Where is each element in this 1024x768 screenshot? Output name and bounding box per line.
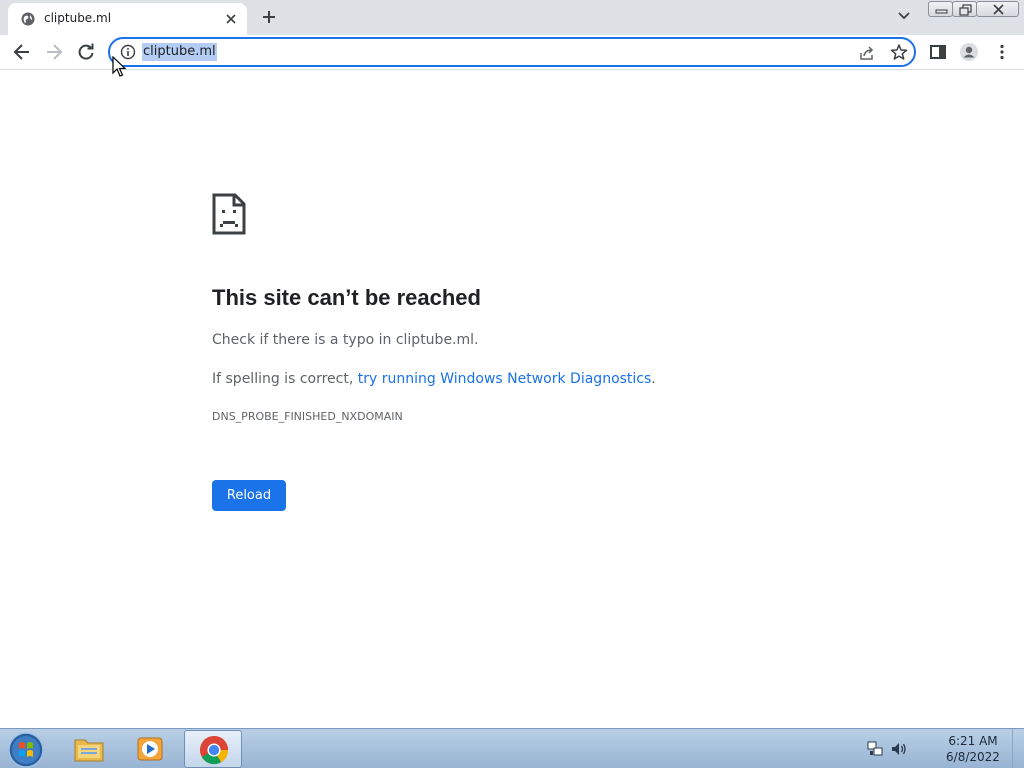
start-button-icon[interactable] bbox=[6, 731, 46, 768]
profile-icon[interactable] bbox=[959, 42, 979, 62]
taskbar-media-player[interactable] bbox=[122, 730, 180, 768]
diagnostics-prefix-text: If spelling is correct, bbox=[212, 371, 358, 387]
browser-toolbar: cliptube.ml bbox=[0, 35, 1024, 70]
minimize-button[interactable] bbox=[928, 1, 953, 17]
restore-icon bbox=[959, 4, 972, 16]
taskbar-file-explorer[interactable] bbox=[60, 730, 118, 768]
back-arrow-icon[interactable] bbox=[12, 42, 32, 62]
network-diagnostics-link[interactable]: try running Windows Network Diagnostics bbox=[358, 371, 652, 387]
chevron-down-icon[interactable] bbox=[897, 11, 911, 21]
network-icon[interactable] bbox=[866, 740, 884, 758]
forward-arrow-icon[interactable] bbox=[44, 42, 64, 62]
minimize-icon bbox=[935, 9, 948, 14]
url-text[interactable]: cliptube.ml bbox=[142, 43, 217, 61]
system-clock[interactable]: 6:21 AM 6/8/2022 bbox=[940, 733, 1006, 765]
globe-icon bbox=[21, 12, 35, 26]
error-code: DNS_PROBE_FINISHED_NXDOMAIN bbox=[212, 410, 403, 423]
tab-title: cliptube.ml bbox=[44, 11, 112, 25]
address-bar[interactable]: cliptube.ml bbox=[108, 37, 916, 67]
side-panel-icon[interactable] bbox=[928, 42, 948, 62]
window-close-button[interactable] bbox=[976, 1, 1019, 17]
share-icon[interactable] bbox=[858, 44, 876, 62]
show-desktop-button[interactable] bbox=[1012, 729, 1024, 768]
close-icon[interactable] bbox=[224, 12, 238, 26]
clock-time: 6:21 AM bbox=[948, 734, 998, 748]
diagnostics-suffix-text: . bbox=[651, 371, 656, 387]
tab-cliptube[interactable]: cliptube.ml bbox=[8, 3, 247, 35]
reload-icon[interactable] bbox=[76, 42, 96, 62]
volume-icon[interactable] bbox=[890, 740, 908, 758]
error-title: This site can’t be reached bbox=[212, 285, 481, 310]
star-icon[interactable] bbox=[890, 43, 908, 61]
close-icon bbox=[993, 4, 1004, 15]
reload-button[interactable]: Reload bbox=[212, 480, 286, 511]
sad-document-icon bbox=[212, 193, 246, 235]
media-player-icon bbox=[137, 737, 163, 761]
folder-icon bbox=[74, 739, 104, 762]
new-tab-icon[interactable] bbox=[261, 9, 277, 25]
error-suggestion-typo: Check if there is a typo in cliptube.ml. bbox=[212, 332, 479, 348]
taskbar-chrome[interactable] bbox=[184, 730, 242, 768]
mouse-cursor-icon bbox=[112, 56, 126, 77]
error-suggestion-diagnostics: If spelling is correct, try running Wind… bbox=[212, 369, 656, 389]
menu-icon[interactable] bbox=[992, 42, 1012, 62]
restore-button[interactable] bbox=[952, 1, 977, 17]
tab-strip: cliptube.ml bbox=[0, 0, 1024, 35]
clock-date: 6/8/2022 bbox=[946, 750, 1000, 764]
chrome-icon bbox=[199, 735, 229, 765]
